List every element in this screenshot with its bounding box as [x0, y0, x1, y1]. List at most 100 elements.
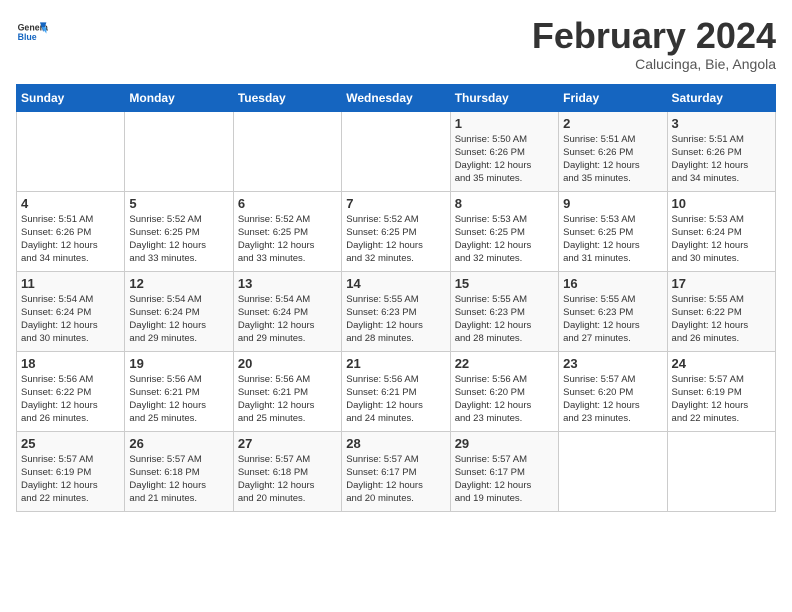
month-title: February 2024	[532, 16, 776, 56]
header-day-tuesday: Tuesday	[233, 84, 341, 111]
calendar-cell: 1Sunrise: 5:50 AMSunset: 6:26 PMDaylight…	[450, 111, 558, 191]
day-number: 18	[21, 356, 120, 371]
day-info: Sunrise: 5:51 AMSunset: 6:26 PMDaylight:…	[672, 133, 771, 186]
location-subtitle: Calucinga, Bie, Angola	[532, 56, 776, 72]
day-number: 8	[455, 196, 554, 211]
day-number: 29	[455, 436, 554, 451]
calendar-cell: 9 Sunrise: 5:53 AMSunset: 6:25 PMDaylight…	[559, 191, 667, 271]
day-info: Sunrise: 5:54 AMSunset: 6:24 PMDaylight:…	[129, 293, 228, 346]
title-block: February 2024 Calucinga, Bie, Angola	[532, 16, 776, 72]
header-day-thursday: Thursday	[450, 84, 558, 111]
calendar-cell: 4Sunrise: 5:51 AMSunset: 6:26 PMDaylight…	[17, 191, 125, 271]
week-row-3: 11 Sunrise: 5:54 AMSunset: 6:24 PMDayligh…	[17, 271, 776, 351]
day-number: 12	[129, 276, 228, 291]
day-info: Sunrise: 5:57 AMSunset: 6:18 PMDaylight:…	[129, 453, 228, 506]
day-info: Sunrise: 5:55 AMSunset: 6:23 PMDaylight:…	[455, 293, 554, 346]
header-day-saturday: Saturday	[667, 84, 775, 111]
calendar-cell: 11 Sunrise: 5:54 AMSunset: 6:24 PMDayligh…	[17, 271, 125, 351]
calendar-cell	[342, 111, 450, 191]
svg-text:Blue: Blue	[18, 32, 37, 42]
calendar-cell: 6Sunrise: 5:52 AMSunset: 6:25 PMDaylight…	[233, 191, 341, 271]
week-row-5: 25 Sunrise: 5:57 AMSunset: 6:19 PMDayligh…	[17, 431, 776, 511]
day-info: Sunrise: 5:57 AMSunset: 6:19 PMDaylight:…	[21, 453, 120, 506]
calendar-cell	[667, 431, 775, 511]
day-info: Sunrise: 5:56 AMSunset: 6:21 PMDaylight:…	[238, 373, 337, 426]
day-info: Sunrise: 5:57 AMSunset: 6:20 PMDaylight:…	[563, 373, 662, 426]
day-info: Sunrise: 5:53 AMSunset: 6:25 PMDaylight:…	[455, 213, 554, 266]
day-number: 17	[672, 276, 771, 291]
day-info: Sunrise: 5:53 AMSunset: 6:24 PMDaylight:…	[672, 213, 771, 266]
header-row: SundayMondayTuesdayWednesdayThursdayFrid…	[17, 84, 776, 111]
week-row-4: 18Sunrise: 5:56 AMSunset: 6:22 PMDayligh…	[17, 351, 776, 431]
day-info: Sunrise: 5:53 AMSunset: 6:25 PMDaylight:…	[563, 213, 662, 266]
day-number: 28	[346, 436, 445, 451]
page-header: General Blue February 2024 Calucinga, Bi…	[16, 16, 776, 72]
day-info: Sunrise: 5:55 AMSunset: 6:23 PMDaylight:…	[346, 293, 445, 346]
calendar-cell: 3 Sunrise: 5:51 AMSunset: 6:26 PMDaylight…	[667, 111, 775, 191]
day-number: 3	[672, 116, 771, 131]
day-number: 5	[129, 196, 228, 211]
day-number: 21	[346, 356, 445, 371]
day-number: 22	[455, 356, 554, 371]
day-number: 27	[238, 436, 337, 451]
day-number: 9	[563, 196, 662, 211]
day-info: Sunrise: 5:51 AMSunset: 6:26 PMDaylight:…	[563, 133, 662, 186]
calendar-cell: 20 Sunrise: 5:56 AMSunset: 6:21 PMDayligh…	[233, 351, 341, 431]
day-info: Sunrise: 5:55 AMSunset: 6:23 PMDaylight:…	[563, 293, 662, 346]
header-day-wednesday: Wednesday	[342, 84, 450, 111]
day-number: 26	[129, 436, 228, 451]
day-number: 25	[21, 436, 120, 451]
day-info: Sunrise: 5:56 AMSunset: 6:21 PMDaylight:…	[346, 373, 445, 426]
day-info: Sunrise: 5:56 AMSunset: 6:21 PMDaylight:…	[129, 373, 228, 426]
calendar-cell: 12 Sunrise: 5:54 AMSunset: 6:24 PMDayligh…	[125, 271, 233, 351]
day-number: 20	[238, 356, 337, 371]
calendar-table: SundayMondayTuesdayWednesdayThursdayFrid…	[16, 84, 776, 512]
day-info: Sunrise: 5:55 AMSunset: 6:22 PMDaylight:…	[672, 293, 771, 346]
calendar-cell	[559, 431, 667, 511]
day-info: Sunrise: 5:50 AMSunset: 6:26 PMDaylight:…	[455, 133, 554, 186]
calendar-cell: 8 Sunrise: 5:53 AMSunset: 6:25 PMDaylight…	[450, 191, 558, 271]
day-number: 23	[563, 356, 662, 371]
calendar-cell: 7 Sunrise: 5:52 AMSunset: 6:25 PMDaylight…	[342, 191, 450, 271]
day-info: Sunrise: 5:57 AMSunset: 6:17 PMDaylight:…	[455, 453, 554, 506]
calendar-cell: 24 Sunrise: 5:57 AMSunset: 6:19 PMDayligh…	[667, 351, 775, 431]
header-day-monday: Monday	[125, 84, 233, 111]
logo-icon: General Blue	[16, 16, 48, 48]
calendar-cell: 21 Sunrise: 5:56 AMSunset: 6:21 PMDayligh…	[342, 351, 450, 431]
calendar-cell: 15Sunrise: 5:55 AMSunset: 6:23 PMDayligh…	[450, 271, 558, 351]
calendar-cell: 27 Sunrise: 5:57 AMSunset: 6:18 PMDayligh…	[233, 431, 341, 511]
header-day-friday: Friday	[559, 84, 667, 111]
day-number: 24	[672, 356, 771, 371]
day-info: Sunrise: 5:57 AMSunset: 6:17 PMDaylight:…	[346, 453, 445, 506]
day-info: Sunrise: 5:56 AMSunset: 6:20 PMDaylight:…	[455, 373, 554, 426]
calendar-cell	[233, 111, 341, 191]
day-number: 6	[238, 196, 337, 211]
calendar-cell: 28 Sunrise: 5:57 AMSunset: 6:17 PMDayligh…	[342, 431, 450, 511]
day-number: 7	[346, 196, 445, 211]
calendar-cell: 16 Sunrise: 5:55 AMSunset: 6:23 PMDayligh…	[559, 271, 667, 351]
day-number: 16	[563, 276, 662, 291]
day-number: 14	[346, 276, 445, 291]
week-row-2: 4Sunrise: 5:51 AMSunset: 6:26 PMDaylight…	[17, 191, 776, 271]
calendar-cell: 5Sunrise: 5:52 AMSunset: 6:25 PMDaylight…	[125, 191, 233, 271]
calendar-cell: 10 Sunrise: 5:53 AMSunset: 6:24 PMDayligh…	[667, 191, 775, 271]
day-info: Sunrise: 5:57 AMSunset: 6:18 PMDaylight:…	[238, 453, 337, 506]
day-number: 13	[238, 276, 337, 291]
day-info: Sunrise: 5:57 AMSunset: 6:19 PMDaylight:…	[672, 373, 771, 426]
day-number: 2	[563, 116, 662, 131]
calendar-cell: 2 Sunrise: 5:51 AMSunset: 6:26 PMDaylight…	[559, 111, 667, 191]
day-info: Sunrise: 5:54 AMSunset: 6:24 PMDaylight:…	[21, 293, 120, 346]
day-number: 11	[21, 276, 120, 291]
header-day-sunday: Sunday	[17, 84, 125, 111]
day-number: 10	[672, 196, 771, 211]
calendar-cell: 17 Sunrise: 5:55 AMSunset: 6:22 PMDayligh…	[667, 271, 775, 351]
calendar-cell	[125, 111, 233, 191]
day-info: Sunrise: 5:54 AMSunset: 6:24 PMDaylight:…	[238, 293, 337, 346]
logo: General Blue	[16, 16, 48, 48]
week-row-1: 1Sunrise: 5:50 AMSunset: 6:26 PMDaylight…	[17, 111, 776, 191]
calendar-cell: 25 Sunrise: 5:57 AMSunset: 6:19 PMDayligh…	[17, 431, 125, 511]
day-info: Sunrise: 5:51 AMSunset: 6:26 PMDaylight:…	[21, 213, 120, 266]
calendar-cell: 26 Sunrise: 5:57 AMSunset: 6:18 PMDayligh…	[125, 431, 233, 511]
day-info: Sunrise: 5:52 AMSunset: 6:25 PMDaylight:…	[346, 213, 445, 266]
calendar-cell: 18Sunrise: 5:56 AMSunset: 6:22 PMDayligh…	[17, 351, 125, 431]
